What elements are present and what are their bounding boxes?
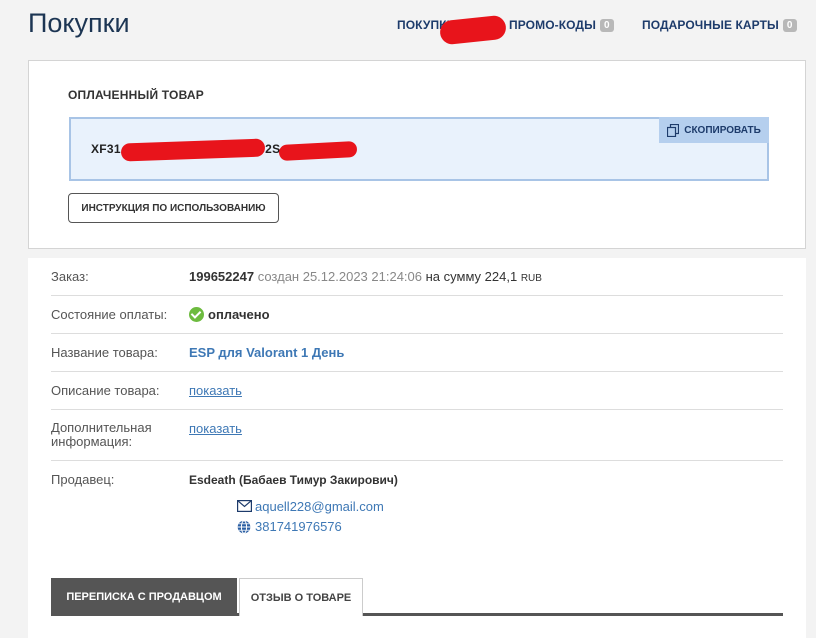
purchases-nav: ПОКУПКИ ПРОМО-КОДЫ 0 ПОДАРОЧНЫЕ КАРТЫ 0 <box>0 18 816 38</box>
redaction-mark <box>120 138 266 162</box>
instruction-button[interactable]: ИНСТРУКЦИЯ ПО ИСПОЛЬЗОВАНИЮ <box>68 193 279 223</box>
show-description-link[interactable]: показать <box>189 383 242 398</box>
payment-status-row: Состояние оплаты: оплачено <box>51 296 783 334</box>
payment-status-value: оплачено <box>189 307 270 322</box>
order-details: Заказ: 199652247 создан 25.12.2023 21:24… <box>28 258 806 638</box>
order-label: Заказ: <box>51 269 89 284</box>
nav-promo-codes[interactable]: ПРОМО-КОДЫ 0 <box>509 18 614 32</box>
order-sum-prefix: на сумму <box>425 269 482 284</box>
order-sum: 224,1 <box>484 269 518 284</box>
gift-cards-count-badge: 0 <box>782 19 797 32</box>
envelope-icon <box>237 499 253 514</box>
seller-name: Esdeath (Бабаев Тимур Закирович) <box>189 473 398 487</box>
order-created: создан 25.12.2023 21:24:06 <box>257 269 422 284</box>
webmoney-globe-icon <box>237 519 251 534</box>
order-value: 199652247 создан 25.12.2023 21:24:06 на … <box>189 269 542 284</box>
order-row: Заказ: 199652247 создан 25.12.2023 21:24… <box>51 258 783 296</box>
redaction-mark <box>278 140 358 162</box>
product-code-box[interactable]: XF31 32S СКОПИРОВАТЬ <box>69 117 769 181</box>
product-name-link[interactable]: ESP для Valorant 1 День <box>189 345 344 360</box>
tab-seller-correspondence[interactable]: ПЕРЕПИСКА С ПРОДАВЦОМ <box>51 578 237 616</box>
promo-codes-count-badge: 0 <box>599 19 614 32</box>
seller-label: Продавец: <box>51 472 115 487</box>
order-currency: RUB <box>520 273 542 284</box>
show-additional-info-link[interactable]: показать <box>189 421 242 436</box>
paid-product-title: ОПЛАЧЕННЫЙ ТОВАР <box>68 88 204 102</box>
tabs-bar: ПЕРЕПИСКА С ПРОДАВЦОМ ОТЗЫВ О ТОВАРЕ <box>51 578 783 616</box>
copy-button-label: СКОПИРОВАТЬ <box>684 124 761 136</box>
additional-info-label-line1: Дополнительная <box>51 420 152 435</box>
product-name-label: Название товара: <box>51 345 158 360</box>
page-header: Покупки ПОКУПКИ ПРОМО-КОДЫ 0 ПОДАРОЧНЫЕ К… <box>0 0 816 56</box>
payment-status-text: оплачено <box>208 307 270 322</box>
seller-row: Продавец: Esdeath (Бабаев Тимур Закирови… <box>51 461 783 561</box>
tab-product-review[interactable]: ОТЗЫВ О ТОВАРЕ <box>239 578 363 616</box>
nav-gift-cards-label: ПОДАРОЧНЫЕ КАРТЫ <box>642 18 779 32</box>
paid-product-card: ОПЛАЧЕННЫЙ ТОВАР XF31 32S СКОПИРОВАТЬ ИН… <box>28 60 806 249</box>
order-number: 199652247 <box>189 269 255 284</box>
copy-icon <box>667 123 680 137</box>
product-name-row: Название товара: ESP для Valorant 1 День <box>51 334 783 372</box>
payment-status-label: Состояние оплаты: <box>51 307 168 322</box>
nav-gift-cards[interactable]: ПОДАРОЧНЫЕ КАРТЫ 0 <box>642 18 797 32</box>
description-label: Описание товара: <box>51 383 160 398</box>
nav-promo-codes-label: ПРОМО-КОДЫ <box>509 18 596 32</box>
description-row: Описание товара: показать <box>51 372 783 410</box>
seller-email: aquell228@gmail.com <box>255 499 384 514</box>
additional-info-label: Дополнительная информация: <box>51 421 152 449</box>
copy-button[interactable]: СКОПИРОВАТЬ <box>659 117 769 143</box>
additional-info-label-line2: информация: <box>51 434 133 449</box>
additional-info-row: Дополнительная информация: показать <box>51 410 783 461</box>
seller-wmid-link[interactable]: 381741976576 <box>237 519 342 534</box>
seller-email-link[interactable]: aquell228@gmail.com <box>237 499 384 514</box>
check-circle-icon <box>189 307 204 322</box>
seller-wmid: 381741976576 <box>255 519 342 534</box>
product-code-prefix: XF31 <box>91 142 121 156</box>
